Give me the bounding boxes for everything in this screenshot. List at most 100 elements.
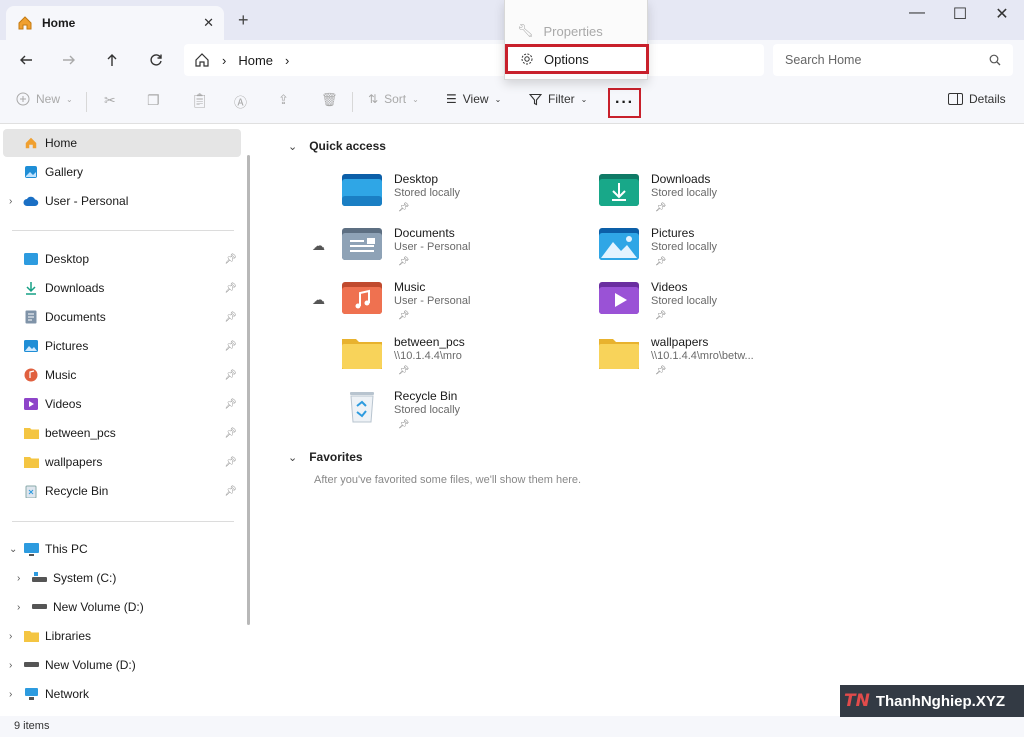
tab-close-button[interactable]: ✕: [203, 15, 214, 31]
chevron-right-icon[interactable]: ›: [9, 196, 23, 207]
see-more-button[interactable]: ···: [608, 88, 641, 118]
sidebar-item-desktop[interactable]: Desktop 📌︎: [3, 245, 241, 273]
sidebar-item-this-pc[interactable]: ⌄ This PC: [3, 535, 241, 563]
sidebar-item-pictures[interactable]: Pictures 📌︎: [3, 332, 241, 360]
sidebar-item-label: Libraries: [45, 629, 92, 643]
sidebar-item-home[interactable]: Home: [3, 129, 241, 157]
forward-button[interactable]: [55, 48, 83, 72]
sidebar-item-label: Music: [45, 368, 77, 382]
desktop-icon: [23, 251, 39, 267]
sidebar-item-downloads[interactable]: Downloads 📌︎: [3, 274, 241, 302]
rename-button[interactable]: Ⓐ: [234, 92, 247, 111]
view-button[interactable]: ☰ View ⌄: [446, 92, 501, 106]
sidebar-item-libraries[interactable]: › Libraries: [3, 622, 241, 650]
quick-access-item-between-pcs[interactable]: between_pcs \\10.1.4.4\mro 📌︎: [342, 335, 582, 385]
sidebar-item-network[interactable]: › Network: [3, 680, 241, 708]
home-outline-icon: [195, 53, 209, 67]
watermark-logo: TN: [844, 691, 870, 711]
pin-icon: 📌︎: [655, 310, 667, 320]
quick-access-item-documents[interactable]: ☁︎ Documents User - Personal 📌︎: [312, 226, 582, 276]
tab-home[interactable]: Home ✕: [6, 6, 224, 40]
navigation-pane: Home Gallery › User - Personal Desktop 📌︎…: [0, 124, 258, 716]
rename-icon: Ⓐ: [234, 95, 248, 110]
sidebar-item-recycle-bin[interactable]: Recycle Bin 📌︎: [3, 477, 241, 505]
sidebar-item-music[interactable]: Music 📌︎: [3, 361, 241, 389]
item-location: Stored locally: [651, 241, 718, 253]
address-bar[interactable]: › Home ›: [184, 44, 764, 76]
drive-icon: [23, 657, 39, 673]
quick-access-header[interactable]: ⌄ Quick access: [288, 139, 386, 153]
details-button[interactable]: Details: [948, 92, 1006, 106]
search-input[interactable]: Search Home: [773, 44, 1013, 76]
chevron-right-icon[interactable]: ›: [9, 689, 23, 700]
close-window-button[interactable]: ✕: [987, 4, 1017, 24]
home-icon: [23, 135, 39, 151]
new-tab-button[interactable]: +: [238, 10, 249, 31]
favorites-empty-message: After you've favorited some files, we'll…: [314, 474, 582, 486]
favorites-header[interactable]: ⌄ Favorites: [288, 450, 363, 464]
arrow-right-icon: [63, 55, 75, 65]
watermark-text: ThanhNghiep.XYZ: [875, 692, 1005, 710]
documents-icon: [23, 309, 39, 325]
quick-access-item-videos[interactable]: Videos Stored locally 📌︎: [599, 280, 839, 330]
sidebar-item-system-c[interactable]: › System (C:): [3, 564, 241, 592]
quick-access-item-pictures[interactable]: Pictures Stored locally 📌︎: [599, 226, 839, 276]
quick-access-item-desktop[interactable]: Desktop Stored locally 📌︎: [342, 172, 582, 222]
chevron-right-icon[interactable]: ›: [9, 660, 23, 671]
quick-access-item-downloads[interactable]: Downloads Stored locally 📌︎: [599, 172, 839, 222]
quick-access-item-music[interactable]: ☁︎ Music User - Personal 📌︎: [312, 280, 582, 330]
minimize-button[interactable]: —: [902, 4, 932, 22]
breadcrumb-chevron-icon: ›: [222, 52, 227, 68]
sidebar-item-gallery[interactable]: Gallery: [3, 158, 241, 186]
item-name: Documents: [394, 226, 455, 240]
quick-access-item-wallpapers[interactable]: wallpapers \\10.1.4.4\mro\betw... 📌︎: [599, 335, 839, 385]
chevron-down-icon[interactable]: ⌄: [9, 544, 23, 555]
sidebar-item-videos[interactable]: Videos 📌︎: [3, 390, 241, 418]
paste-button[interactable]: 📋︎: [191, 92, 209, 109]
back-button[interactable]: [12, 48, 40, 72]
chevron-right-icon[interactable]: ›: [17, 602, 31, 613]
cut-button[interactable]: ✂: [104, 92, 116, 109]
breadcrumb-home[interactable]: Home: [238, 53, 273, 68]
sort-button[interactable]: ⇅ Sort ⌄: [368, 92, 419, 106]
details-label: Details: [969, 92, 1006, 106]
arrow-left-icon: [20, 55, 32, 65]
videos-folder-icon: [599, 282, 639, 314]
menu-item-properties[interactable]: 🔧︎ Properties: [505, 16, 649, 46]
item-name: between_pcs: [394, 335, 465, 349]
pin-icon: 📌︎: [224, 427, 237, 439]
item-name: Music: [394, 280, 426, 294]
sort-icon: ⇅: [368, 92, 379, 106]
chevron-right-icon[interactable]: ›: [9, 631, 23, 642]
sidebar-item-between-pcs[interactable]: between_pcs 📌︎: [3, 419, 241, 447]
plus-circle-icon: [16, 92, 30, 106]
item-name: Recycle Bin: [394, 389, 458, 403]
sidebar-item-new-volume-d[interactable]: › New Volume (D:): [3, 593, 241, 621]
sidebar-item-user-personal[interactable]: › User - Personal: [3, 187, 241, 215]
item-name: Downloads: [651, 172, 711, 186]
up-button[interactable]: [98, 48, 126, 72]
watermark: TN ThanhNghiep.XYZ: [840, 685, 1024, 717]
filter-button[interactable]: Filter ⌄: [529, 92, 587, 106]
sidebar-item-wallpapers[interactable]: wallpapers 📌︎: [3, 448, 241, 476]
desktop-folder-icon: [342, 174, 382, 206]
delete-button[interactable]: 🗑︎: [321, 92, 338, 108]
folder-icon: [23, 628, 39, 644]
sidebar-item-new-volume-d-2[interactable]: › New Volume (D:): [3, 651, 241, 679]
quick-access-item-recycle-bin[interactable]: Recycle Bin Stored locally 📌︎: [342, 389, 582, 439]
maximize-button[interactable]: ☐: [945, 4, 975, 24]
item-location: User - Personal: [394, 241, 471, 253]
menu-item-options[interactable]: Options: [505, 44, 649, 74]
copy-button[interactable]: ❐: [147, 92, 160, 109]
chevron-right-icon[interactable]: ›: [17, 573, 31, 584]
item-name: Videos: [651, 280, 688, 294]
music-icon: [23, 367, 39, 383]
sidebar-item-documents[interactable]: Documents 📌︎: [3, 303, 241, 331]
search-placeholder: Search Home: [785, 53, 862, 67]
share-button[interactable]: ⇪: [278, 92, 289, 108]
sidebar-scrollbar[interactable]: [247, 155, 250, 625]
new-button[interactable]: New ⌄: [16, 92, 73, 106]
refresh-button[interactable]: [142, 48, 170, 72]
pin-icon: 📌︎: [398, 365, 410, 375]
item-location: User - Personal: [394, 295, 471, 307]
